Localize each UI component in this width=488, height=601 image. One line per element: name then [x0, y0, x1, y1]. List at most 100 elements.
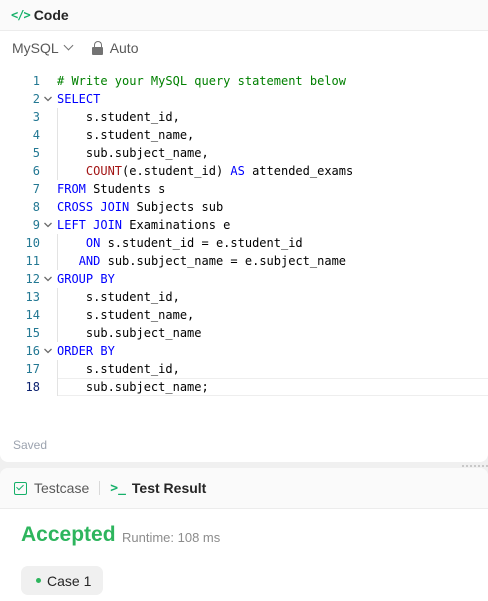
code-token: COUNT: [85, 164, 123, 178]
code-text: s.student_name,: [57, 306, 194, 324]
pass-dot-icon: [36, 578, 41, 583]
code-text: GROUP BY: [57, 270, 115, 288]
code-line[interactable]: 14 s.student_name,: [0, 306, 488, 324]
line-number: 8: [32, 200, 40, 214]
result-tabs: Testcase >_ Test Result: [0, 468, 488, 509]
code-editor[interactable]: 1 # Write your MySQL query statement belo…: [0, 72, 488, 396]
code-token: AND: [78, 254, 101, 268]
checkbox-icon: [14, 481, 27, 495]
code-text: ORDER BY: [57, 342, 115, 360]
code-line[interactable]: 9 LEFT JOIN Examinations e: [0, 216, 488, 234]
editor-toolbar: MySQL Auto: [0, 31, 488, 65]
code-line[interactable]: 5 sub.subject_name,: [0, 144, 488, 162]
line-number: 6: [32, 164, 40, 178]
line-number: 5: [32, 146, 40, 160]
auto-mode-label: Auto: [109, 40, 139, 56]
tab-test-result[interactable]: >_ Test Result: [110, 480, 206, 496]
code-text: FROM Students s: [57, 180, 165, 198]
line-number: 12: [25, 272, 40, 286]
code-line[interactable]: 3 s.student_id,: [0, 108, 488, 126]
language-label: MySQL: [12, 40, 59, 56]
code-token: Examinations e: [122, 218, 231, 232]
code-token: attended_exams: [244, 164, 354, 178]
code-line[interactable]: 13 s.student_id,: [0, 288, 488, 306]
code-text: sub.subject_name: [57, 324, 202, 342]
code-text: s.student_id,: [57, 360, 180, 378]
code-token: FROM: [57, 182, 86, 196]
code-line[interactable]: 11 AND sub.subject_name = e.subject_name: [0, 252, 488, 270]
code-token: s.student_name,: [57, 128, 195, 142]
save-status: Saved: [13, 438, 48, 452]
code-panel-title: Code: [33, 7, 69, 23]
code-token: s.student_id,: [57, 290, 180, 304]
code-token: Students s: [85, 182, 166, 196]
code-text: # Write your MySQL query statement below: [57, 72, 346, 90]
lock-icon: [91, 41, 104, 55]
code-token: GROUP BY: [57, 272, 115, 286]
code-text: sub.subject_name,: [57, 144, 209, 162]
code-line[interactable]: 6 COUNT(e.student_id) AS attended_exams: [0, 162, 488, 180]
auto-mode-toggle[interactable]: Auto: [91, 40, 139, 56]
line-number: 18: [25, 380, 40, 394]
line-number: 10: [25, 236, 40, 250]
code-text: COUNT(e.student_id) AS attended_exams: [57, 162, 353, 180]
line-number: 9: [32, 218, 40, 232]
indent-guide: [57, 108, 58, 180]
line-number: 7: [32, 182, 40, 196]
line-number: 17: [25, 362, 40, 376]
indent-guide: [57, 288, 58, 342]
indent-guide: [57, 234, 58, 270]
code-line[interactable]: 8 CROSS JOIN Subjects sub: [0, 198, 488, 216]
tab-divider: [99, 481, 101, 495]
code-token: SELECT: [57, 92, 101, 106]
code-token: s.student_id,: [57, 362, 180, 376]
code-line[interactable]: 15 sub.subject_name: [0, 324, 488, 342]
code-token: AS: [230, 164, 245, 178]
code-token: sub.subject_name,: [57, 146, 209, 160]
case-1-button[interactable]: Case 1: [21, 566, 103, 595]
line-number: 13: [25, 290, 40, 304]
code-text: s.student_id,: [57, 288, 180, 306]
code-line[interactable]: 10 ON s.student_id = e.student_id: [0, 234, 488, 252]
code-token: sub.subject_name = e.subject_name: [100, 254, 347, 268]
code-token: # Write your MySQL query statement below: [57, 74, 346, 88]
code-text: LEFT JOIN Examinations e: [57, 216, 230, 234]
code-line[interactable]: 18 sub.subject_name;: [0, 378, 488, 396]
code-token: ORDER BY: [57, 344, 115, 358]
code-brackets-icon: </>: [11, 8, 31, 22]
code-text: s.student_name,: [57, 126, 194, 144]
code-line[interactable]: 17 s.student_id,: [0, 360, 488, 378]
language-selector[interactable]: MySQL: [12, 40, 74, 56]
code-line[interactable]: 7 FROM Students s: [0, 180, 488, 198]
code-token: CROSS JOIN: [57, 200, 130, 214]
code-text: s.student_id,: [57, 108, 180, 126]
line-number: 14: [25, 308, 40, 322]
code-token: LEFT JOIN: [57, 218, 123, 232]
tab-testcase[interactable]: Testcase: [14, 480, 89, 496]
code-text: sub.subject_name;: [57, 378, 209, 396]
code-line[interactable]: 1 # Write your MySQL query statement belo…: [0, 72, 488, 90]
case-label: Case 1: [47, 572, 92, 589]
panel-resize-handle[interactable]: [462, 465, 488, 467]
line-number: 11: [25, 254, 40, 268]
code-token: (e.student_id): [122, 164, 231, 178]
code-token: Subjects sub: [129, 200, 224, 214]
verdict-status: Accepted: [21, 523, 116, 546]
code-token: s.student_name,: [57, 308, 195, 322]
code-token: s.student_id = e.student_id: [100, 236, 303, 250]
code-text: AND sub.subject_name = e.subject_name: [57, 252, 346, 270]
line-number: 16: [25, 344, 40, 358]
code-token: ON: [85, 236, 101, 250]
chevron-down-icon: [63, 40, 74, 50]
code-line[interactable]: 16 ORDER BY: [0, 342, 488, 360]
code-line[interactable]: 2 SELECT: [0, 90, 488, 108]
indent-guide: [57, 360, 58, 396]
code-line[interactable]: 12 GROUP BY: [0, 270, 488, 288]
code-panel-header: </> Code: [0, 0, 488, 31]
line-number: 2: [32, 92, 40, 106]
code-line[interactable]: 4 s.student_name,: [0, 126, 488, 144]
runtime-label: Runtime: 108 ms: [122, 530, 221, 545]
